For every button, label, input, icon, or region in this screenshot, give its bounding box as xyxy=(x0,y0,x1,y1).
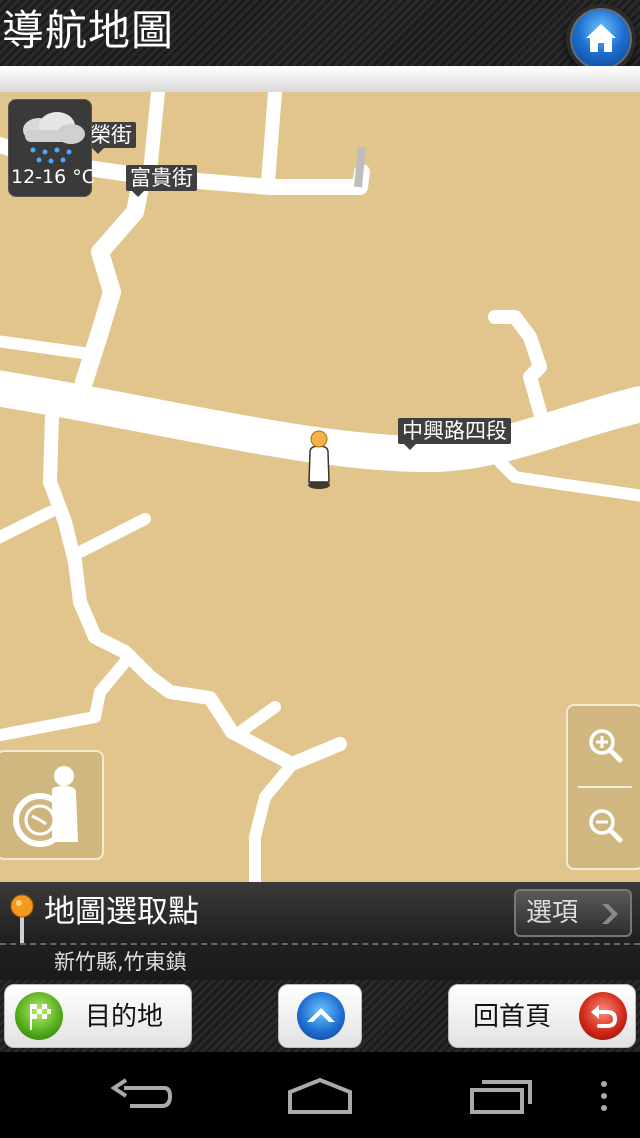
road-label-fugui-street: 富貴街 xyxy=(126,165,197,197)
destination-button[interactable]: 目的地 xyxy=(4,984,192,1048)
rain-cloud-icon xyxy=(23,112,85,164)
road-label-rong-street: 榮街 xyxy=(86,122,136,154)
page-title: 導航地圖 xyxy=(2,6,175,55)
selected-point-panel: 地圖選取點 選項 新竹縣,竹東鎮 xyxy=(0,882,640,980)
options-button[interactable]: 選項 xyxy=(514,889,632,937)
weather-temperature: 12-16 °C xyxy=(11,166,96,188)
menu-overflow-icon[interactable] xyxy=(598,1078,610,1114)
header-shadow-bar xyxy=(0,66,640,92)
home-button[interactable] xyxy=(566,4,636,74)
chevron-right-icon xyxy=(602,904,618,924)
road-label-zhongxing-road: 中興路四段 xyxy=(398,418,511,450)
map-pin-icon xyxy=(10,894,34,944)
zoom-divider xyxy=(578,786,632,788)
recent-apps-icon[interactable] xyxy=(468,1078,534,1114)
location-address: 新竹縣,竹東鎮 xyxy=(54,950,187,974)
navigation-arrow-icon xyxy=(297,992,345,1040)
undo-arrow-icon xyxy=(579,992,627,1040)
map-orientation-button[interactable] xyxy=(0,750,104,860)
zoom-in-icon[interactable] xyxy=(586,726,626,766)
return-home-label: 回首頁 xyxy=(473,1002,552,1032)
current-location-person-icon xyxy=(308,430,330,489)
options-label: 選項 xyxy=(526,898,579,928)
zoom-out-icon[interactable] xyxy=(586,806,626,846)
home-nav-icon[interactable] xyxy=(286,1076,354,1116)
checkered-flag-icon xyxy=(15,992,63,1040)
return-home-button[interactable]: 回首頁 xyxy=(448,984,636,1048)
back-icon[interactable] xyxy=(110,1078,174,1114)
title-bar: 導航地圖 xyxy=(0,0,640,74)
navigation-button[interactable] xyxy=(278,984,362,1048)
selected-point-title: 地圖選取點 xyxy=(44,894,199,930)
home-icon xyxy=(586,24,616,52)
map-view[interactable]: 榮街 富貴街 中興路四段 12-16 °C xyxy=(0,92,640,882)
destination-label: 目的地 xyxy=(85,1002,164,1032)
compass-person-icon xyxy=(13,766,78,847)
system-navigation-bar xyxy=(0,1052,640,1138)
weather-widget[interactable]: 12-16 °C xyxy=(8,99,95,197)
divider xyxy=(0,943,640,945)
bottom-action-bar: 目的地 回首頁 xyxy=(0,980,640,1052)
zoom-controls xyxy=(566,704,640,870)
